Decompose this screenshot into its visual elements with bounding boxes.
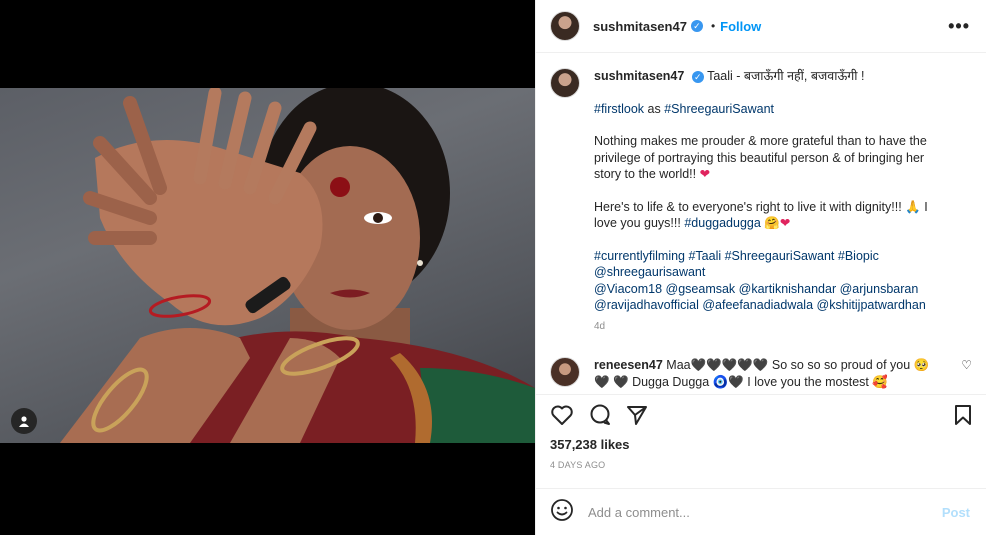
instagram-post-viewer: sushmitasen47 ✓ • Follow ••• sushmitasen…: [0, 0, 986, 535]
post-comment-button[interactable]: Post: [942, 505, 970, 520]
author-avatar[interactable]: [550, 11, 580, 41]
mentions-line-3[interactable]: @ravijadhavofficial @afeefanadiadwala @k…: [594, 298, 926, 312]
separator-dot: •: [710, 19, 716, 33]
comment-body: reneesen47 Maa🖤🖤🖤🖤🖤 So so so so proud of…: [594, 357, 939, 390]
red-heart-emoji: ❤: [779, 216, 791, 230]
comment-input[interactable]: [588, 504, 942, 520]
author-username[interactable]: sushmitasen47: [593, 19, 687, 34]
caption-as: as: [647, 101, 661, 116]
verified-badge-icon: ✓: [690, 20, 703, 32]
comment-item: reneesen47 Maa🖤🖤🖤🖤🖤 So so so so proud of…: [550, 357, 970, 390]
hashtags-line[interactable]: #currentlyfilming #Taali #ShreegauriSawa…: [594, 249, 879, 263]
caption-username[interactable]: sushmitasen47: [594, 69, 684, 83]
mention-shreegaurisawant[interactable]: @shreegaurisawant: [594, 265, 705, 279]
mentions-line-2[interactable]: @Viacom18 @gseamsak @kartiknishandar @ar…: [594, 282, 918, 296]
hashtag-firstlook[interactable]: #firstlook: [594, 102, 644, 116]
commenter-username[interactable]: reneesen47: [594, 358, 663, 372]
hashtag-shreegaurisawant[interactable]: #ShreegauriSawant: [664, 102, 774, 116]
heart-icon[interactable]: [550, 404, 574, 426]
hashtag-duggadugga[interactable]: #duggadugga: [684, 216, 760, 230]
comments-list[interactable]: sushmitasen47 ✓ Taali - बजाऊँगी नहीं, बज…: [536, 54, 986, 394]
post-media[interactable]: [0, 0, 535, 535]
post-actions: 357,238 likes 4 DAYS AGO: [536, 394, 986, 470]
verified-badge-icon: ✓: [691, 70, 704, 83]
hug-emoji: 🤗: [764, 216, 780, 230]
post-age[interactable]: 4 DAYS AGO: [550, 460, 972, 470]
more-options-icon[interactable]: •••: [948, 16, 970, 37]
portrait-illustration: [60, 88, 535, 443]
caption-avatar[interactable]: [550, 68, 580, 98]
red-heart-emoji: ❤: [699, 167, 711, 181]
commenter-avatar[interactable]: [550, 357, 580, 387]
post-side-panel: sushmitasen47 ✓ • Follow ••• sushmitasen…: [535, 0, 986, 535]
comment-icon[interactable]: [588, 403, 612, 427]
post-photo[interactable]: [0, 88, 535, 443]
share-icon[interactable]: [626, 404, 648, 426]
bookmark-icon[interactable]: [954, 404, 972, 426]
post-header: sushmitasen47 ✓ • Follow •••: [536, 0, 986, 53]
action-icons: [550, 399, 972, 431]
comment-like-heart-icon[interactable]: ♡: [961, 358, 972, 372]
comment-form: Post: [536, 488, 986, 535]
caption-paragraph-2: Nothing makes me prouder & more grateful…: [594, 134, 927, 181]
user-icon[interactable]: [11, 408, 37, 434]
follow-button[interactable]: Follow: [720, 19, 761, 34]
caption-timestamp[interactable]: 4d: [594, 319, 944, 336]
caption: sushmitasen47 ✓ Taali - बजाऊँगी नहीं, बज…: [550, 68, 970, 335]
likes-count[interactable]: 357,238 likes: [550, 437, 972, 452]
caption-line1: Taali - बजाऊँगी नहीं, बजवाऊँगी !: [707, 69, 865, 83]
emoji-icon[interactable]: [550, 498, 574, 527]
caption-paragraph-3: Here's to life & to everyone's right to …: [594, 199, 928, 231]
caption-body: sushmitasen47 ✓ Taali - बजाऊँगी नहीं, बज…: [594, 68, 944, 335]
